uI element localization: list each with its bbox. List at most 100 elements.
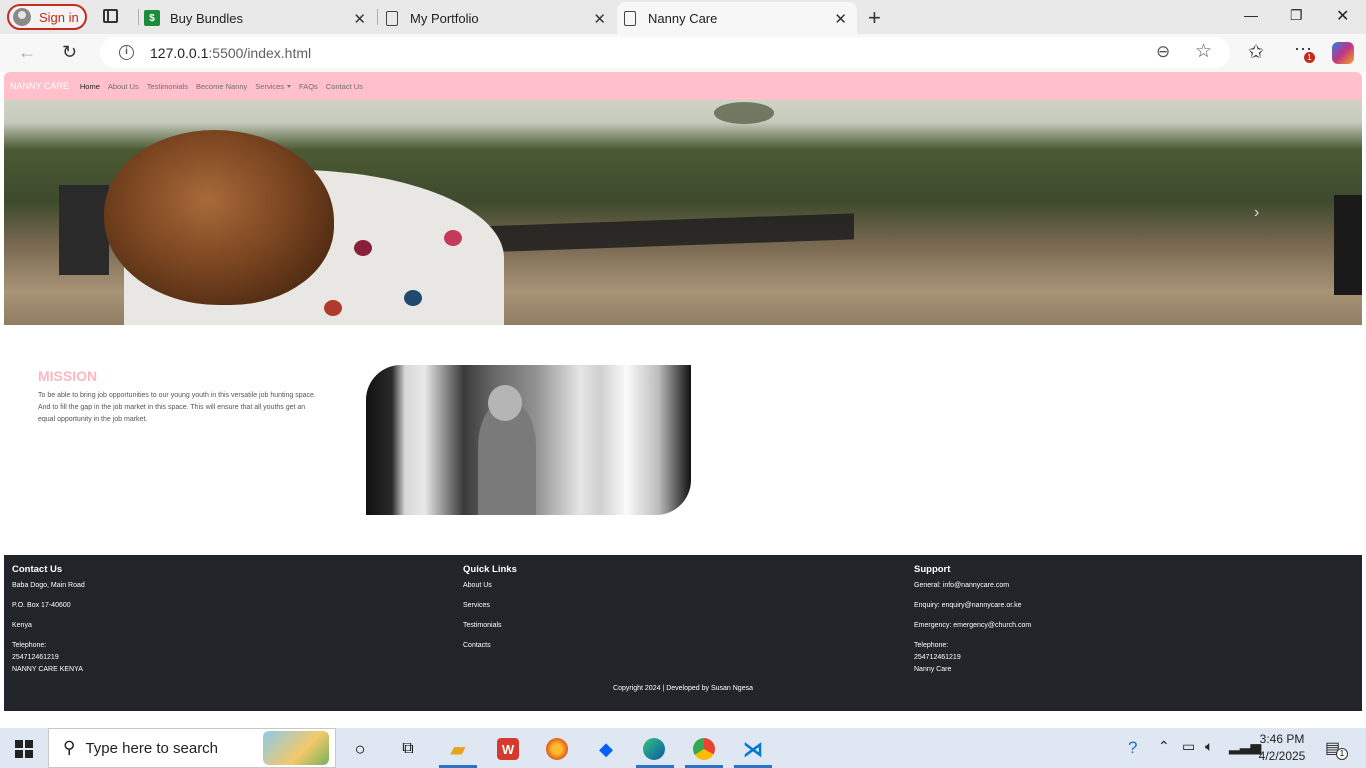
url-text: 127.0.0.1:5500/index.html <box>150 44 312 61</box>
action-center-badge: 1 <box>1336 748 1348 760</box>
footer-link-contacts[interactable]: Contacts <box>463 640 517 652</box>
nav-become-nanny[interactable]: Become Nanny <box>196 82 247 91</box>
mission-image-face <box>488 385 522 421</box>
battery-icon[interactable]: ▭ <box>1182 738 1195 755</box>
footer-support-tel: 254712461219 <box>914 654 961 661</box>
favorite-star-icon[interactable]: ☆ <box>1195 40 1212 63</box>
footer-support-column: Support General: info@nannycare.com Enqu… <box>914 564 1031 676</box>
document-icon <box>386 10 398 26</box>
carousel-next-icon[interactable]: › <box>1254 204 1259 222</box>
edge-icon[interactable] <box>643 738 665 760</box>
firefox-icon[interactable] <box>546 738 568 760</box>
hero-tree <box>714 102 774 124</box>
tab-my-portfolio[interactable]: My Portfolio ✕ <box>384 2 616 34</box>
footer-support-tel-label: Telephone: <box>914 642 949 649</box>
tab-nanny-care[interactable]: Nanny Care ✕ <box>617 2 857 34</box>
close-tab-icon[interactable]: ✕ <box>353 10 366 28</box>
tab-buy-bundles[interactable]: $ Buy Bundles ✕ <box>144 2 376 34</box>
site-navbar: NANNY CARE Home About Us Testimonials Be… <box>4 72 1362 100</box>
hero-fence-post <box>1334 195 1362 295</box>
nav-services-dropdown[interactable]: Services <box>255 82 292 91</box>
volume-icon[interactable]: 🔈︎ <box>1205 738 1213 755</box>
address-bar[interactable]: i 127.0.0.1:5500/index.html ⊖ ☆ <box>100 37 1230 68</box>
nav-about-us[interactable]: About Us <box>108 82 139 91</box>
tab-separator <box>138 9 139 25</box>
footer-link-testimonials[interactable]: Testimonials <box>463 620 517 632</box>
page-viewport: NANNY CARE Home About Us Testimonials Be… <box>4 72 1362 724</box>
taskbar-clock[interactable]: 3:46 PM 4/2/2025 <box>1252 731 1312 765</box>
zoom-icon[interactable]: ⊖ <box>1156 42 1170 62</box>
windows-taskbar: ⚲ Type here to search ○ ⧉ ▰ W ◆ ⋊ ? ⌃ ▭ … <box>0 728 1366 768</box>
chrome-icon[interactable] <box>693 738 715 760</box>
footer-contact-column: Contact Us Baba Dogo, Main Road P.O. Box… <box>12 564 85 676</box>
browser-tabstrip: Sign in $ Buy Bundles ✕ My Portfolio ✕ N… <box>0 0 1366 34</box>
vscode-icon[interactable]: ⋊ <box>742 738 764 761</box>
show-hidden-icons-icon[interactable]: ⌃ <box>1158 738 1170 755</box>
close-tab-icon[interactable]: ✕ <box>593 10 606 28</box>
footer-quick-links-column: Quick Links About Us Services Testimonia… <box>463 564 517 652</box>
shirt-dot <box>324 300 342 316</box>
task-view-icon[interactable]: ⧉ <box>397 738 419 760</box>
site-info-icon[interactable]: i <box>119 45 134 60</box>
search-highlight-image <box>263 731 329 765</box>
tab-actions-icon[interactable] <box>103 9 118 23</box>
footer-enquiry-email: Enquiry: enquiry@nannycare.or.ke <box>914 602 1022 609</box>
mission-text: To be able to bring job opportunities to… <box>38 392 316 423</box>
nav-home[interactable]: Home <box>80 82 100 91</box>
help-icon[interactable]: ? <box>1128 738 1137 758</box>
footer-general-email: General: info@nannycare.com <box>914 582 1010 589</box>
shirt-dot <box>404 290 422 306</box>
restore-icon[interactable]: ❐ <box>1290 7 1303 24</box>
nav-contact-us[interactable]: Contact Us <box>326 82 363 91</box>
tab-separator <box>377 9 378 25</box>
close-window-icon[interactable]: ✕ <box>1336 6 1349 26</box>
footer-emergency-email: Emergency: emergency@church.com <box>914 622 1032 629</box>
tab-title: My Portfolio <box>410 10 479 26</box>
shirt-dot <box>444 230 462 246</box>
nav-testimonials[interactable]: Testimonials <box>147 82 188 91</box>
copilot-icon[interactable] <box>1332 42 1354 64</box>
bundles-favicon-icon: $ <box>144 10 160 26</box>
dropbox-icon[interactable]: ◆ <box>595 738 617 760</box>
tab-title: Nanny Care <box>648 10 718 26</box>
footer-pobox: P.O. Box 17-40600 <box>12 602 71 609</box>
back-icon[interactable]: ← <box>18 42 36 63</box>
footer-org: NANNY CARE KENYA <box>12 666 83 673</box>
close-tab-icon[interactable]: ✕ <box>834 10 847 28</box>
footer-link-about-us[interactable]: About Us <box>463 580 517 592</box>
notification-badge: 1 <box>1304 52 1315 63</box>
site-footer: Contact Us Baba Dogo, Main Road P.O. Box… <box>4 555 1362 711</box>
mission-image <box>366 365 691 515</box>
page-bottom-strip <box>4 711 1362 724</box>
taskbar-search-placeholder: Type here to search <box>85 739 219 757</box>
search-icon: ⚲ <box>63 738 76 757</box>
footer-support-title: Support <box>914 564 951 575</box>
wps-office-icon[interactable]: W <box>497 738 519 760</box>
favorites-icon[interactable]: ✩ <box>1248 41 1264 64</box>
new-tab-icon[interactable]: + <box>868 5 881 31</box>
profile-avatar-icon <box>13 8 31 26</box>
shirt-dot <box>354 240 372 256</box>
nav-faqs[interactable]: FAQs <box>299 82 318 91</box>
minimize-icon[interactable]: — <box>1244 7 1258 23</box>
caret-down-icon <box>287 85 292 89</box>
cortana-icon[interactable]: ○ <box>349 738 371 760</box>
refresh-icon[interactable]: ↻ <box>62 42 77 63</box>
browser-toolbar: ← ↻ i 127.0.0.1:5500/index.html ⊖ ☆ ✩ ⋯ … <box>0 34 1366 72</box>
windows-start-icon[interactable] <box>15 740 33 758</box>
clock-date: 4/2/2025 <box>1258 749 1306 763</box>
footer-contact-title: Contact Us <box>12 564 63 575</box>
file-explorer-icon[interactable]: ▰ <box>447 738 469 761</box>
signin-button[interactable]: Sign in <box>7 4 87 30</box>
signin-label: Sign in <box>39 9 79 25</box>
footer-link-services[interactable]: Services <box>463 600 517 612</box>
footer-copyright: Copyright 2024 | Developed by Susan Nges… <box>613 685 753 692</box>
footer-address: Baba Dogo, Main Road <box>12 582 85 589</box>
hero-child-hair <box>104 130 334 305</box>
footer-tel: 254712461219 <box>12 654 59 661</box>
clock-time: 3:46 PM <box>1259 732 1305 746</box>
document-icon <box>624 10 636 26</box>
footer-country: Kenya <box>12 622 32 629</box>
site-brand[interactable]: NANNY CARE <box>10 81 69 91</box>
taskbar-search[interactable]: ⚲ Type here to search <box>48 728 336 768</box>
